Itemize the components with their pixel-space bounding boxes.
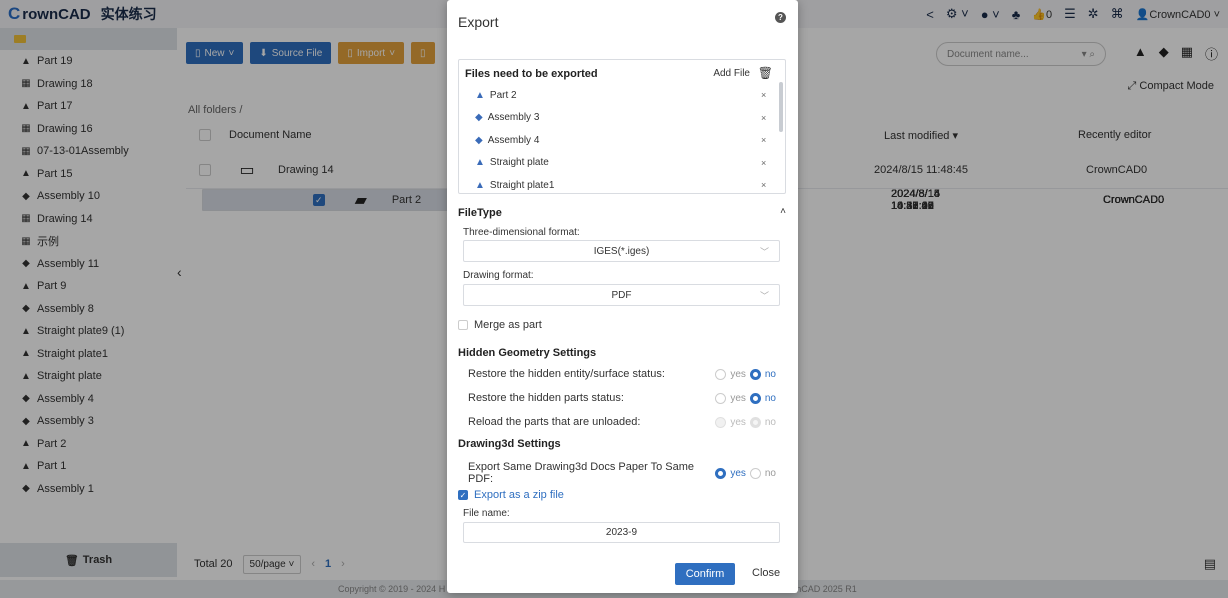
filename-input[interactable]: 2023-9 (463, 522, 780, 543)
drawing-format-select[interactable]: PDF ﹀ (463, 284, 780, 306)
export-file-name: Assembly 3 (487, 112, 540, 124)
export-file-item: ▲ Straight plate1 × (475, 177, 766, 193)
export-file-name: Part 2 (489, 89, 517, 101)
assembly-icon: ◆ (475, 112, 483, 124)
export-file-item: ◆ Assembly 4 × (475, 132, 766, 148)
confirm-button[interactable]: Confirm (675, 563, 735, 585)
export-same-yes-radio[interactable] (715, 467, 727, 479)
drawing-format-value: PDF (611, 289, 632, 301)
remove-file-icon[interactable]: × (761, 90, 766, 100)
yes-label: yes (730, 368, 746, 380)
filetype-title: FileType (458, 207, 502, 219)
three-d-format-label: Three-dimensional format: (463, 227, 580, 238)
three-d-format-value: IGES(*.iges) (593, 245, 650, 257)
chevron-down-icon: ﹀ (759, 290, 769, 301)
zip-checkbox[interactable]: ✓ (458, 490, 468, 500)
restore-entity-yes-radio[interactable] (715, 368, 727, 380)
part-icon: ▲ (475, 179, 485, 191)
no-label: no (764, 416, 776, 428)
hidden-geometry-title: Hidden Geometry Settings (458, 347, 597, 359)
restore-entity-label: Restore the hidden entity/surface status… (468, 368, 665, 380)
yes-label: yes (730, 392, 746, 404)
part-icon: ▲ (475, 89, 485, 101)
reload-parts-label: Reload the parts that are unloaded: (468, 416, 641, 428)
files-scrollbar[interactable] (779, 82, 783, 132)
export-same-row: Export Same Drawing3d Docs Paper To Same… (468, 461, 776, 485)
zip-label: Export as a zip file (474, 489, 564, 501)
merge-label: Merge as part (474, 319, 542, 331)
collapse-filetype-icon[interactable]: ˄ (780, 206, 786, 217)
restore-parts-no-radio[interactable] (749, 392, 761, 404)
part-icon: ▲ (475, 157, 485, 169)
export-same-no-radio[interactable] (749, 467, 761, 479)
drawing3d-title: Drawing3d Settings (458, 438, 561, 450)
files-list: Files need to be exported Add File 🗑 ▲ Pa… (458, 59, 786, 194)
assembly-icon: ◆ (475, 134, 483, 146)
filename-label: File name: (463, 508, 510, 519)
restore-entity-no-radio[interactable] (749, 368, 761, 380)
export-file-item: ▲ Straight plate × (475, 155, 766, 171)
export-file-name: Straight plate (489, 157, 549, 169)
yes-label: yes (730, 467, 746, 479)
export-same-label: Export Same Drawing3d Docs Paper To Same… (468, 461, 695, 485)
reload-parts-no-radio (749, 416, 761, 428)
export-file-item: ◆ Assembly 3 × (475, 110, 766, 126)
yes-label: yes (730, 416, 746, 428)
no-label: no (764, 392, 776, 404)
add-file-button[interactable]: Add File (713, 68, 750, 79)
delete-all-icon[interactable]: 🗑 (758, 66, 773, 80)
export-file-name: Straight plate1 (489, 179, 555, 191)
remove-file-icon[interactable]: × (761, 180, 766, 190)
three-d-format-select[interactable]: IGES(*.iges) ﹀ (463, 240, 780, 262)
export-dialog: Export ? Files need to be exported Add F… (447, 0, 798, 593)
reload-parts-row: Reload the parts that are unloaded: yes n… (468, 416, 776, 428)
remove-file-icon[interactable]: × (761, 135, 766, 145)
drawing-format-label: Drawing format: (463, 270, 534, 281)
merge-checkbox[interactable] (458, 320, 468, 330)
files-header: Files need to be exported (465, 68, 598, 80)
help-icon[interactable]: ? (775, 12, 786, 23)
dialog-title: Export (458, 14, 499, 30)
reload-parts-yes-radio (715, 416, 727, 428)
remove-file-icon[interactable]: × (761, 158, 766, 168)
restore-parts-label: Restore the hidden parts status: (468, 392, 624, 404)
zip-option[interactable]: ✓ Export as a zip file (458, 489, 564, 501)
restore-parts-row: Restore the hidden parts status: yes no (468, 392, 776, 404)
restore-entity-row: Restore the hidden entity/surface status… (468, 368, 776, 380)
close-button[interactable]: Close (752, 567, 780, 579)
merge-as-part-option[interactable]: Merge as part (458, 319, 542, 331)
restore-parts-yes-radio[interactable] (715, 392, 727, 404)
chevron-down-icon: ﹀ (759, 246, 769, 257)
no-label: no (764, 368, 776, 380)
remove-file-icon[interactable]: × (761, 113, 766, 123)
no-label: no (764, 467, 776, 479)
export-file-item: ▲ Part 2 × (475, 87, 766, 103)
export-file-name: Assembly 4 (487, 134, 540, 146)
